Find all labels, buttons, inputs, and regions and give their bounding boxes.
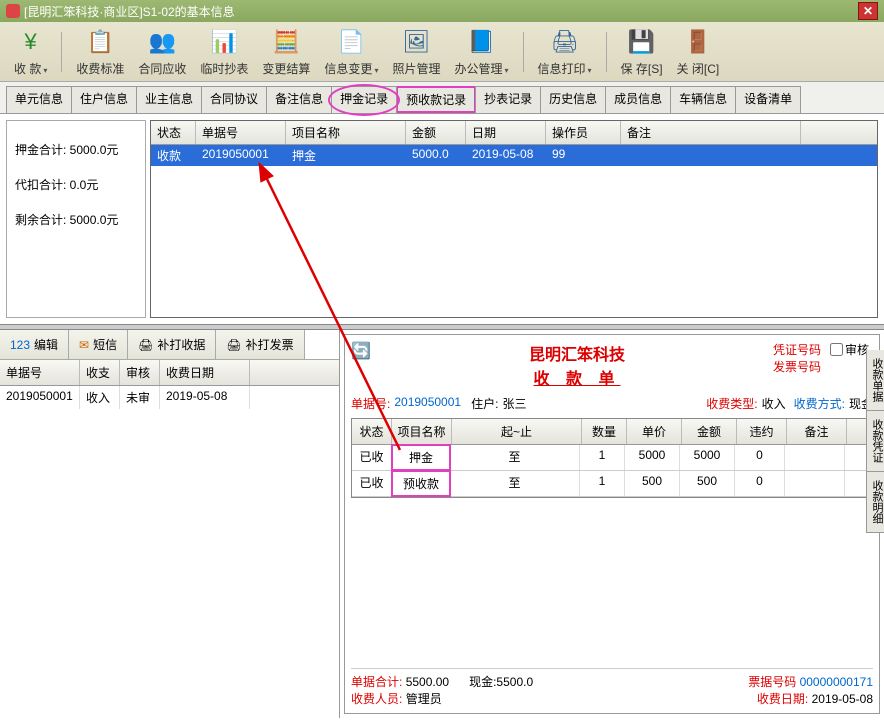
grid-header-cell: 状态 [151, 121, 196, 144]
toolbar-办公管理[interactable]: 📘办公管理▾ [450, 24, 512, 79]
edit-button[interactable]: 123编辑 [0, 330, 69, 359]
tab-设备清单[interactable]: 设备清单 [735, 86, 801, 113]
grid-header-cell: 单据号 [196, 121, 286, 144]
tab-成员信息[interactable]: 成员信息 [605, 86, 671, 113]
tab-抄表记录[interactable]: 抄表记录 [475, 86, 541, 113]
tab-bar: 单元信息住户信息业主信息合同协议备注信息押金记录预收款记录抄表记录历史信息成员信… [0, 82, 884, 114]
titlebar: [昆明汇笨科技·商业区]S1-02的基本信息 ✕ [0, 0, 884, 22]
audit-checkbox[interactable]: 审核 [830, 341, 869, 358]
detail-table: 状态项目名称起~止数量单价金额违约备注 已收押金至1500050000已收预收款… [351, 418, 873, 498]
tab-历史信息[interactable]: 历史信息 [540, 86, 606, 113]
grid-header-cell: 备注 [621, 121, 801, 144]
app-icon [6, 4, 20, 18]
tab-合同协议[interactable]: 合同协议 [201, 86, 267, 113]
receipt-title: 收 款 单 [381, 365, 773, 389]
tab-备注信息[interactable]: 备注信息 [266, 86, 332, 113]
grid-header-cell: 日期 [466, 121, 546, 144]
summary-panel: 押金合计: 5000.0元 代扣合计: 0.0元 剩余合计: 5000.0元 [6, 120, 146, 318]
grid-row[interactable]: 收款2019050001押金5000.02019-05-0899 [151, 145, 877, 166]
toolbar-收 款[interactable]: ¥收 款▾ [10, 24, 51, 79]
main-toolbar: ¥收 款▾ 📋收费标准👥合同应收📊临时抄表🧮变更结算📄信息变更▾🖼照片管理📘办公管… [0, 22, 884, 82]
toolbar-变更结算[interactable]: 🧮变更结算 [258, 24, 314, 79]
tab-押金记录[interactable]: 押金记录 [331, 86, 397, 113]
close-button[interactable]: ✕ [858, 2, 878, 20]
tab-住户信息[interactable]: 住户信息 [71, 86, 137, 113]
grid-header-cell: 项目名称 [286, 121, 406, 144]
tab-预收款记录[interactable]: 预收款记录 [396, 86, 476, 113]
remain-total: 剩余合计: 5000.0元 [15, 211, 137, 228]
left-panel: 123编辑 ✉短信 🖨补打收据 🖨补打发票 单据号收支审核收费日期 201905… [0, 330, 340, 718]
side-tab-收款凭证[interactable]: 收款凭证 [867, 411, 884, 472]
window-title: [昆明汇笨科技·商业区]S1-02的基本信息 [24, 3, 235, 20]
doc-no: 2019050001 [394, 395, 461, 412]
detail-row[interactable]: 已收预收款至15005000 [352, 471, 872, 497]
reprint-invoice-button[interactable]: 🖨补打发票 [216, 330, 304, 359]
deduct-total: 代扣合计: 0.0元 [15, 176, 137, 193]
sms-button[interactable]: ✉短信 [69, 330, 128, 359]
detail-row[interactable]: 已收押金至1500050000 [352, 445, 872, 471]
side-tab-收款单据[interactable]: 收款单据 [867, 350, 884, 411]
receipt-company: 昆明汇笨科技 [381, 341, 773, 365]
toolbar-合同应收[interactable]: 👥合同应收 [134, 24, 190, 79]
deposit-total: 押金合计: 5000.0元 [15, 141, 137, 158]
refresh-icon[interactable]: 🔄 [351, 341, 371, 361]
reprint-receipt-button[interactable]: 🖨补打收据 [128, 330, 216, 359]
receipt-list-row[interactable]: 2019050001收入未审2019-05-08 [0, 386, 339, 409]
toolbar-信息打印[interactable]: 🖨信息打印▾ [534, 24, 596, 79]
toolbar-关 闭[C][interactable]: 🚪关 闭[C] [673, 24, 724, 79]
invoice-label: 发票号码 [773, 358, 873, 375]
grid-header-cell: 金额 [406, 121, 466, 144]
toolbar-照片管理[interactable]: 🖼照片管理 [388, 24, 444, 79]
toolbar-收费标准[interactable]: 📋收费标准 [72, 24, 128, 79]
side-tab-收款明细[interactable]: 收款明细 [867, 472, 884, 533]
tab-车辆信息[interactable]: 车辆信息 [670, 86, 736, 113]
tab-单元信息[interactable]: 单元信息 [6, 86, 72, 113]
deposit-grid: 状态单据号项目名称金额日期操作员备注 收款2019050001押金5000.02… [150, 120, 878, 318]
tenant-name: 张三 [502, 395, 526, 412]
tab-业主信息[interactable]: 业主信息 [136, 86, 202, 113]
receipt-panel: 审核 🔄 昆明汇笨科技 收 款 单 凭证号码 发票号码 单据号: 2019050… [344, 334, 880, 714]
toolbar-保 存[S][interactable]: 💾保 存[S] [617, 24, 667, 79]
toolbar-临时抄表[interactable]: 📊临时抄表 [196, 24, 252, 79]
grid-header-cell: 操作员 [546, 121, 621, 144]
toolbar-信息变更[interactable]: 📄信息变更▾ [320, 24, 382, 79]
side-tabs: 收款单据收款凭证收款明细 [866, 350, 884, 533]
